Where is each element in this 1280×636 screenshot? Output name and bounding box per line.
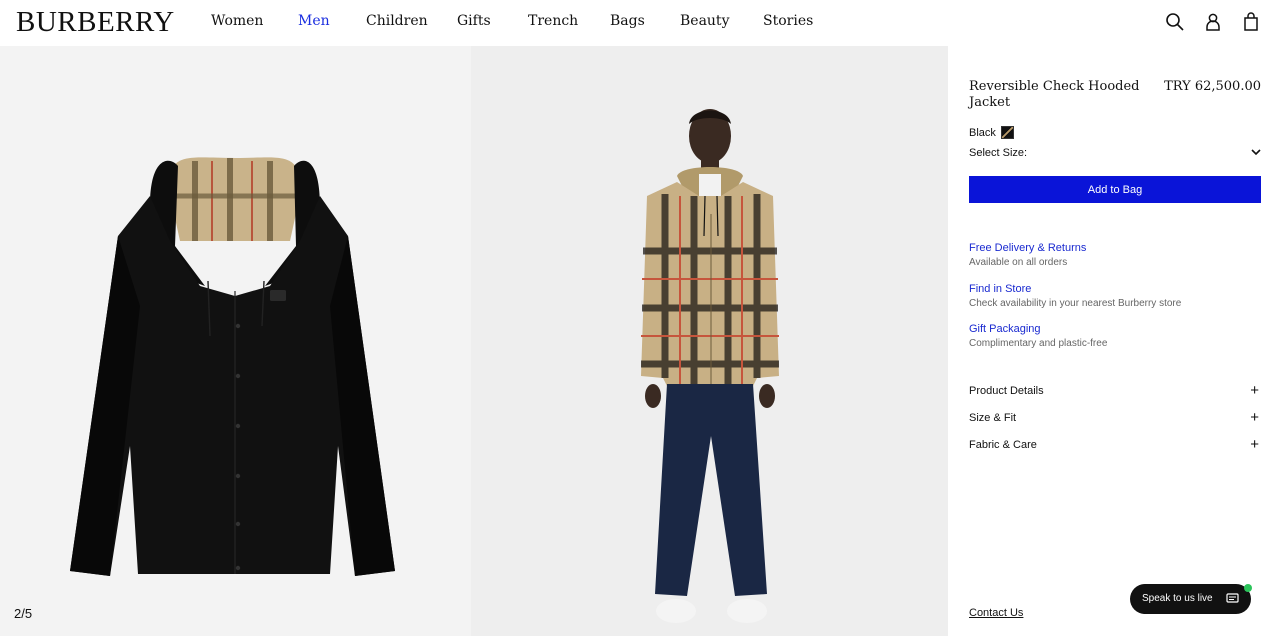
product-price: TRY 62,500.00 <box>1164 79 1261 94</box>
accordion-label: Product Details <box>969 385 1044 397</box>
add-to-bag-button[interactable]: Add to Bag <box>969 176 1261 203</box>
find-store-link[interactable]: Find in Store <box>969 283 1181 295</box>
nav-bags[interactable]: Bags <box>610 13 645 29</box>
nav-women[interactable]: Women <box>211 13 263 29</box>
product-gallery: 2/5 <box>0 46 948 636</box>
bag-icon[interactable] <box>1240 11 1262 33</box>
service-delivery: Free Delivery & Returns Available on all… <box>969 242 1086 268</box>
plus-icon: + <box>1250 382 1259 399</box>
color-selector: Black <box>969 126 1014 139</box>
accordion-label: Size & Fit <box>969 412 1017 424</box>
chat-icon <box>1226 593 1239 608</box>
product-panel: Reversible Check Hooded Jacket TRY 62,50… <box>948 46 1280 636</box>
online-indicator <box>1244 584 1252 592</box>
gift-link[interactable]: Gift Packaging <box>969 323 1107 335</box>
nav-beauty[interactable]: Beauty <box>680 13 729 29</box>
size-label: Select Size: <box>969 147 1028 159</box>
live-chat-button[interactable]: Speak to us live <box>1130 584 1252 614</box>
color-swatch[interactable] <box>1000 126 1014 139</box>
nav-men[interactable]: Men <box>298 13 330 29</box>
contact-us-link[interactable]: Contact Us <box>969 607 1023 619</box>
gift-desc: Complimentary and plastic-free <box>969 338 1108 349</box>
nav-gifts[interactable]: Gifts <box>457 13 491 29</box>
search-icon[interactable] <box>1164 11 1186 33</box>
chat-label: Speak to us live <box>1142 593 1213 604</box>
account-icon[interactable] <box>1202 11 1224 33</box>
delivery-link[interactable]: Free Delivery & Returns <box>969 242 1086 254</box>
plus-icon: + <box>1250 436 1259 453</box>
accordion-size-fit[interactable]: Size & Fit + <box>969 409 1261 428</box>
color-label: Black <box>969 126 996 139</box>
size-selector[interactable]: Select Size: <box>969 147 1261 163</box>
plus-icon: + <box>1250 409 1259 426</box>
delivery-desc: Available on all orders <box>969 257 1068 268</box>
chevron-down-icon <box>1251 147 1261 160</box>
accordion-product-details[interactable]: Product Details + <box>969 382 1261 401</box>
image-counter: 2/5 <box>14 606 33 621</box>
service-find-store: Find in Store Check availability in your… <box>969 283 1181 309</box>
product-image-model[interactable] <box>471 46 948 636</box>
product-title: Reversible Check Hooded Jacket <box>969 79 1140 110</box>
find-store-desc: Check availability in your nearest Burbe… <box>969 298 1182 309</box>
accordion-fabric-care[interactable]: Fabric & Care + <box>969 436 1261 455</box>
site-header: BURBERRY Women Men Children Gifts Trench… <box>0 0 1280 46</box>
nav-trench[interactable]: Trench <box>528 13 578 29</box>
brand-logo[interactable]: BURBERRY <box>16 6 175 39</box>
accordion-label: Fabric & Care <box>969 439 1037 451</box>
service-gift: Gift Packaging Complimentary and plastic… <box>969 323 1107 349</box>
product-image-flat[interactable] <box>0 46 471 636</box>
nav-children[interactable]: Children <box>366 13 428 29</box>
nav-stories[interactable]: Stories <box>763 13 813 29</box>
